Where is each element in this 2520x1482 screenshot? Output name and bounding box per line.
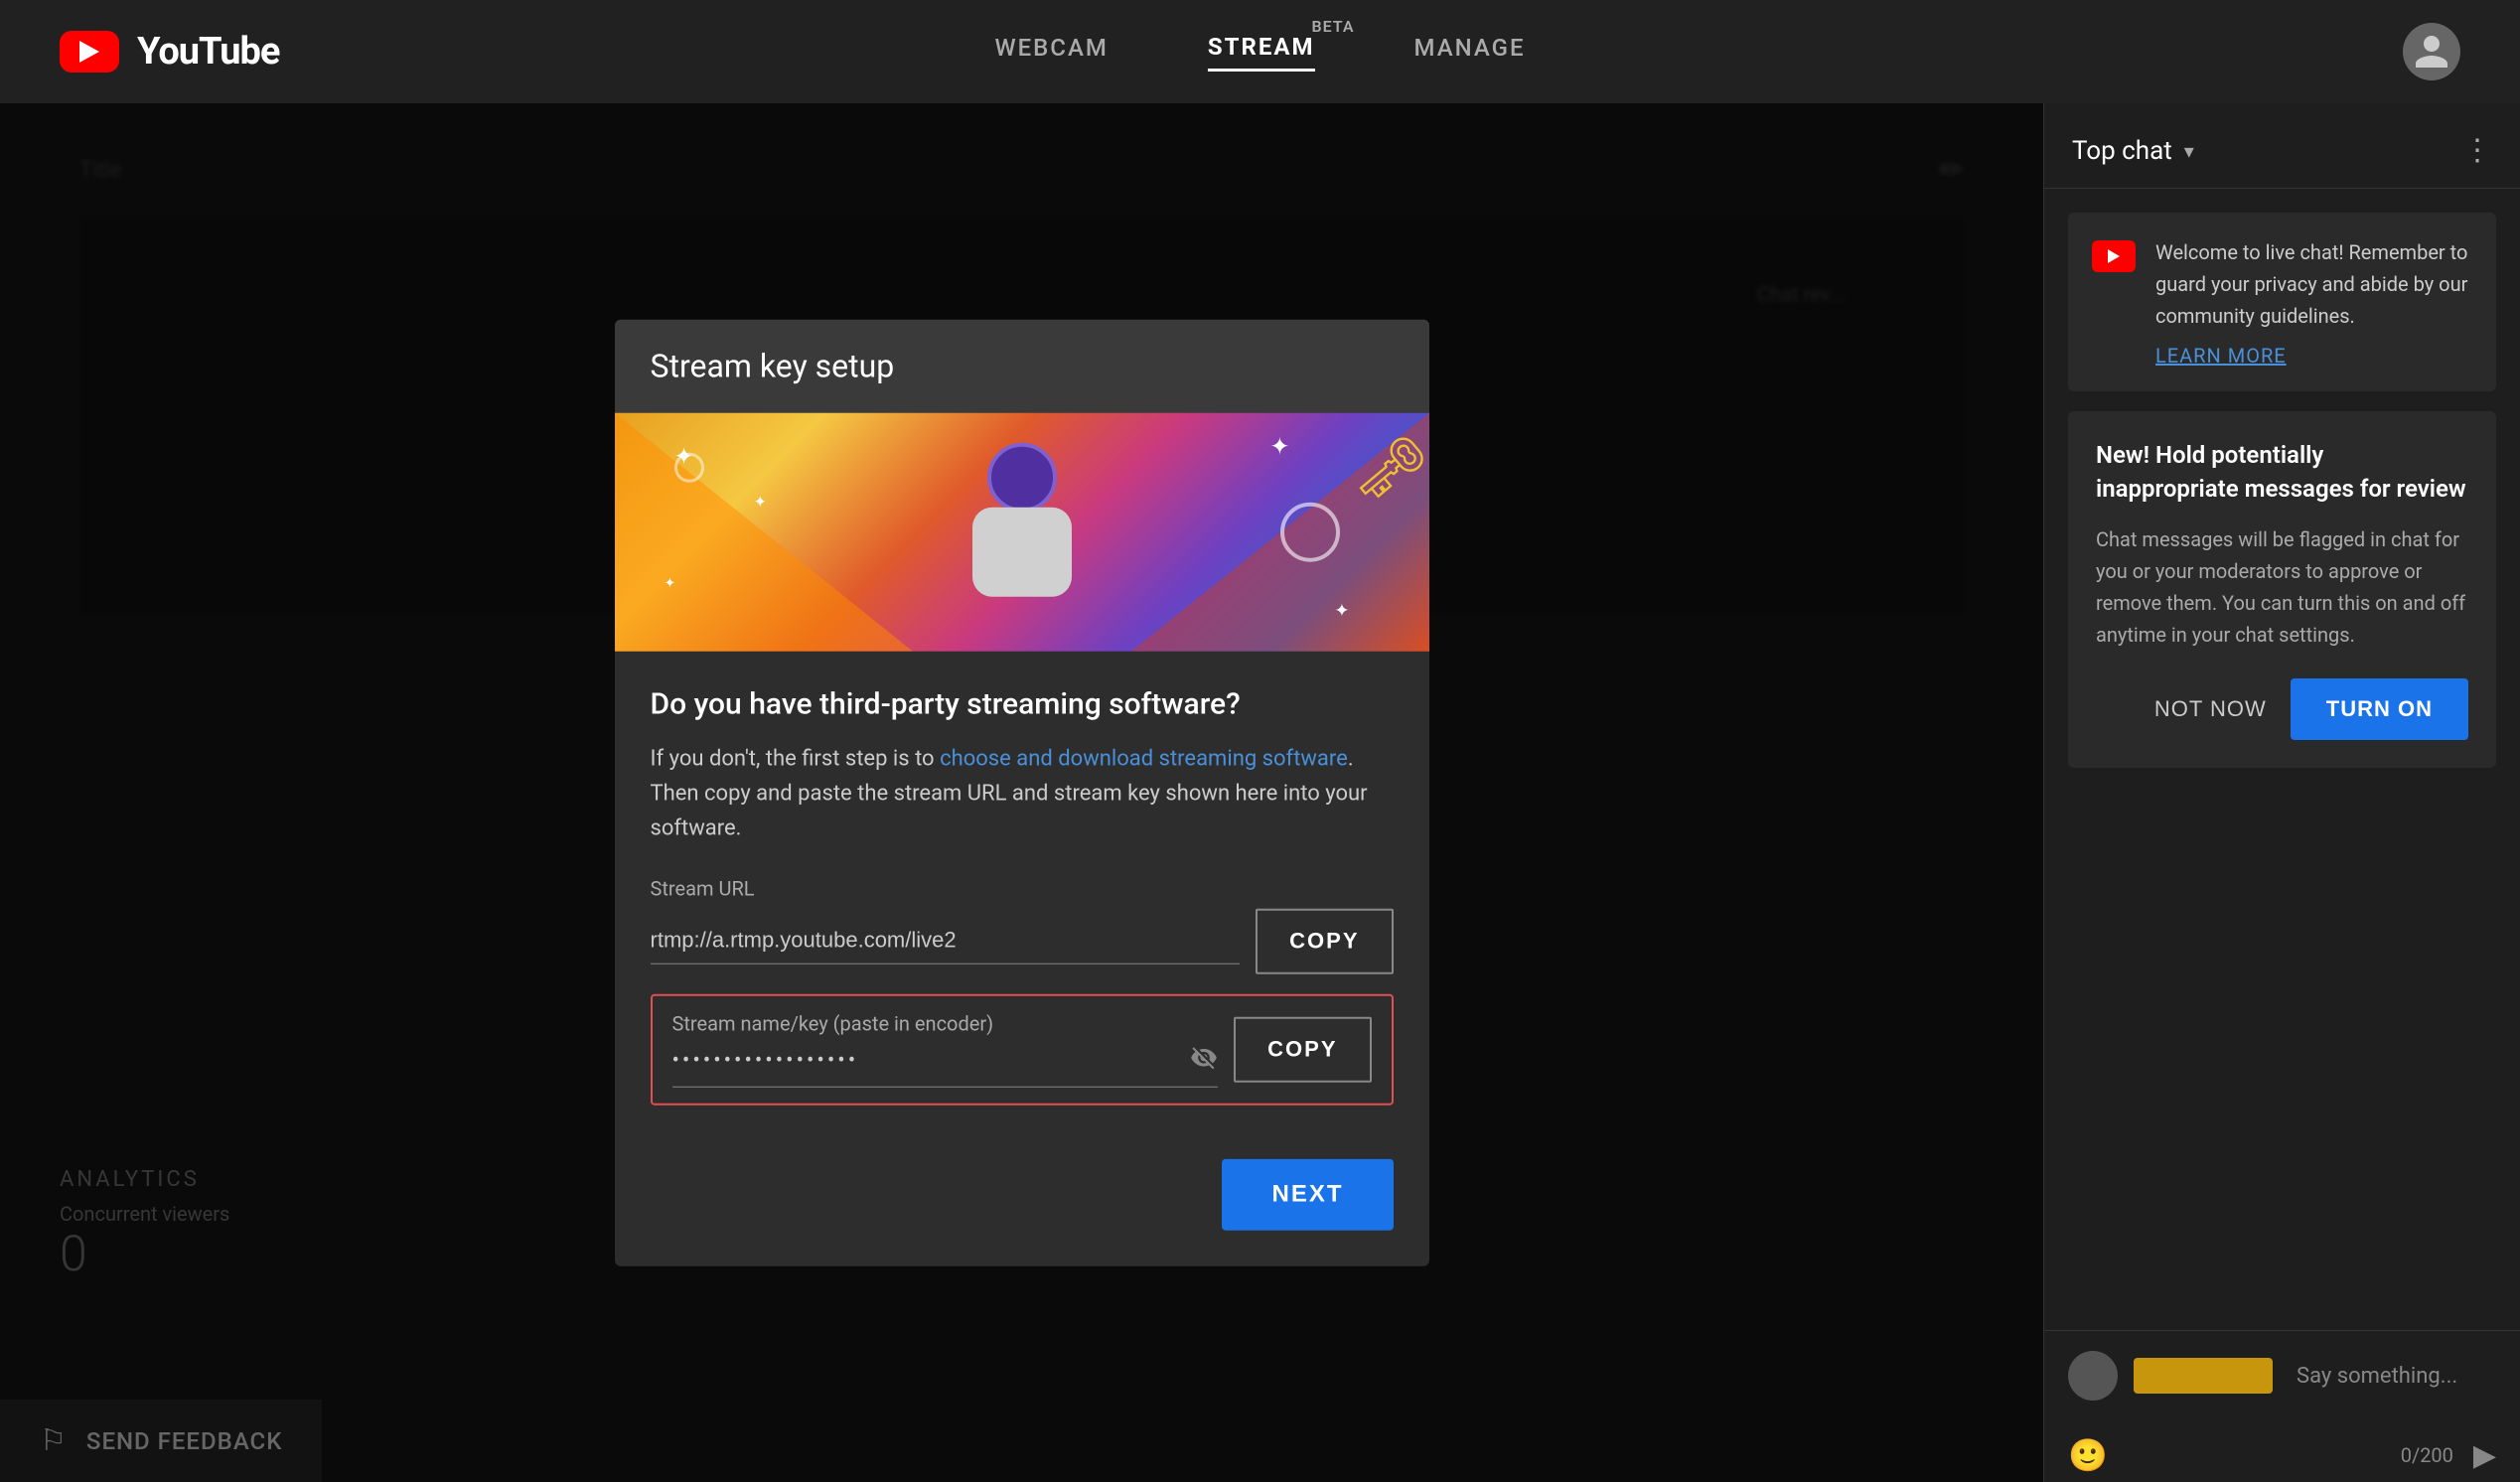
eye-hide-icon[interactable] (1190, 1043, 1218, 1078)
star-icon-3: ✦ (1269, 433, 1289, 461)
tab-manage[interactable]: MANAGE (1414, 34, 1526, 70)
copy-key-button[interactable]: COPY (1234, 1016, 1371, 1082)
beta-badge: BETA (1311, 17, 1354, 36)
stream-url-label: Stream URL (651, 876, 1394, 900)
stream-key-label: Stream name/key (paste in encoder) (672, 1011, 1219, 1035)
left-content: Title ✏ Chat rev... ANALYTICS Concurrent… (0, 103, 2043, 1482)
next-button[interactable]: NEXT (1222, 1158, 1393, 1230)
copy-url-button[interactable]: COPY (1256, 908, 1393, 973)
yt-mini-icon (2092, 240, 2136, 272)
top-navigation: YouTube WEBCAM STREAM BETA MANAGE (0, 0, 2520, 103)
chat-emoji-bar: 🙂 0/200 ▶ (2044, 1420, 2520, 1482)
nav-tabs: WEBCAM STREAM BETA MANAGE (994, 33, 1525, 72)
circle-deco-sm (674, 453, 704, 483)
astronaut-head (987, 443, 1057, 513)
main-area: Title ✏ Chat rev... ANALYTICS Concurrent… (0, 103, 2520, 1482)
right-chat-panel: Top chat ▾ ⋮ Welcome to live chat! Remem… (2043, 103, 2520, 1482)
tab-stream[interactable]: STREAM BETA (1208, 33, 1315, 72)
key-icon: 🗝 (1353, 433, 1428, 504)
chat-welcome-card: Welcome to live chat! Remember to guard … (2068, 213, 2496, 391)
chat-input-area: Say something... (2044, 1330, 2520, 1420)
stream-key-row: •••••••••••••••••• (672, 1043, 1219, 1087)
circle-deco (1280, 503, 1340, 562)
stream-key-field-outer: Stream name/key (paste in encoder) •••••… (651, 993, 1394, 1105)
star-icon-2: ✦ (754, 493, 767, 512)
turn-on-button[interactable]: TURN ON (2291, 678, 2468, 740)
youtube-icon (60, 31, 119, 73)
modal-description: If you don't, the first step is to choos… (651, 742, 1394, 847)
stream-url-input-wrap (651, 918, 1241, 964)
modal-title: Stream key setup (651, 348, 1394, 385)
star-icon-5: ✦ (665, 576, 676, 592)
modal-footer: NEXT (615, 1158, 1429, 1265)
chat-title: Top chat (2072, 136, 2172, 166)
chat-input-row: Say something... (2068, 1351, 2496, 1401)
char-count: 0/200 (2401, 1443, 2453, 1467)
astronaut-figure (943, 443, 1102, 622)
chat-more-options-icon[interactable]: ⋮ (2462, 133, 2492, 168)
stream-url-row: COPY (651, 908, 1394, 973)
not-now-button[interactable]: NOT NOW (2154, 696, 2267, 722)
chat-user-avatar (2068, 1351, 2118, 1401)
chat-welcome-text: Welcome to live chat! Remember to guard … (2155, 236, 2472, 332)
send-arrow-icon: ▶ (2473, 1439, 2496, 1472)
chat-send-controls: 0/200 ▶ (2401, 1438, 2496, 1473)
hold-title: New! Hold potentially inappropriate mess… (2096, 439, 2468, 506)
stream-url-field-group: Stream URL COPY (651, 876, 1394, 973)
hold-messages-card: New! Hold potentially inappropriate mess… (2068, 411, 2496, 768)
star-icon-4: ✦ (1334, 601, 1349, 622)
modal-header: Stream key setup (615, 320, 1429, 413)
send-message-button[interactable]: ▶ (2473, 1438, 2496, 1473)
chat-welcome-content: Welcome to live chat! Remember to guard … (2092, 236, 2472, 368)
chat-body: Welcome to live chat! Remember to guard … (2044, 189, 2520, 1330)
chat-header: Top chat ▾ ⋮ (2044, 103, 2520, 189)
tri-left (615, 413, 913, 652)
chat-username-color (2134, 1358, 2273, 1394)
hold-actions: NOT NOW TURN ON (2096, 678, 2468, 740)
emoji-icon[interactable]: 🙂 (2068, 1436, 2108, 1474)
chat-title-wrap[interactable]: Top chat ▾ (2072, 136, 2194, 166)
chat-dropdown-arrow-icon: ▾ (2184, 139, 2194, 163)
chat-learn-more-link[interactable]: LEARN MORE (2155, 344, 2472, 368)
youtube-logo[interactable]: YouTube (60, 30, 279, 74)
modal-body: Do you have third-party streaming softwa… (615, 652, 1429, 1159)
astronaut-body (972, 508, 1072, 597)
youtube-logo-text: YouTube (137, 30, 279, 74)
chat-input-placeholder: Say something... (2289, 1364, 2496, 1389)
modal-question: Do you have third-party streaming softwa… (651, 687, 1394, 722)
download-link[interactable]: choose and download streaming software (940, 747, 1348, 772)
stream-key-modal: Stream key setup ✦ ✦ ✦ ✦ ✦ (615, 320, 1429, 1266)
stream-url-input[interactable] (651, 928, 1241, 954)
stream-key-dots: •••••••••••••••••• (672, 1048, 1175, 1073)
modal-illustration: ✦ ✦ ✦ ✦ ✦ 🗝 (615, 413, 1429, 652)
user-avatar[interactable] (2403, 23, 2460, 80)
tab-webcam[interactable]: WEBCAM (994, 34, 1108, 70)
hold-desc: Chat messages will be flagged in chat fo… (2096, 523, 2468, 651)
nav-right (2403, 23, 2460, 80)
chat-welcome-text-block: Welcome to live chat! Remember to guard … (2155, 236, 2472, 368)
stream-key-field-inner: Stream name/key (paste in encoder) •••••… (672, 1011, 1219, 1087)
